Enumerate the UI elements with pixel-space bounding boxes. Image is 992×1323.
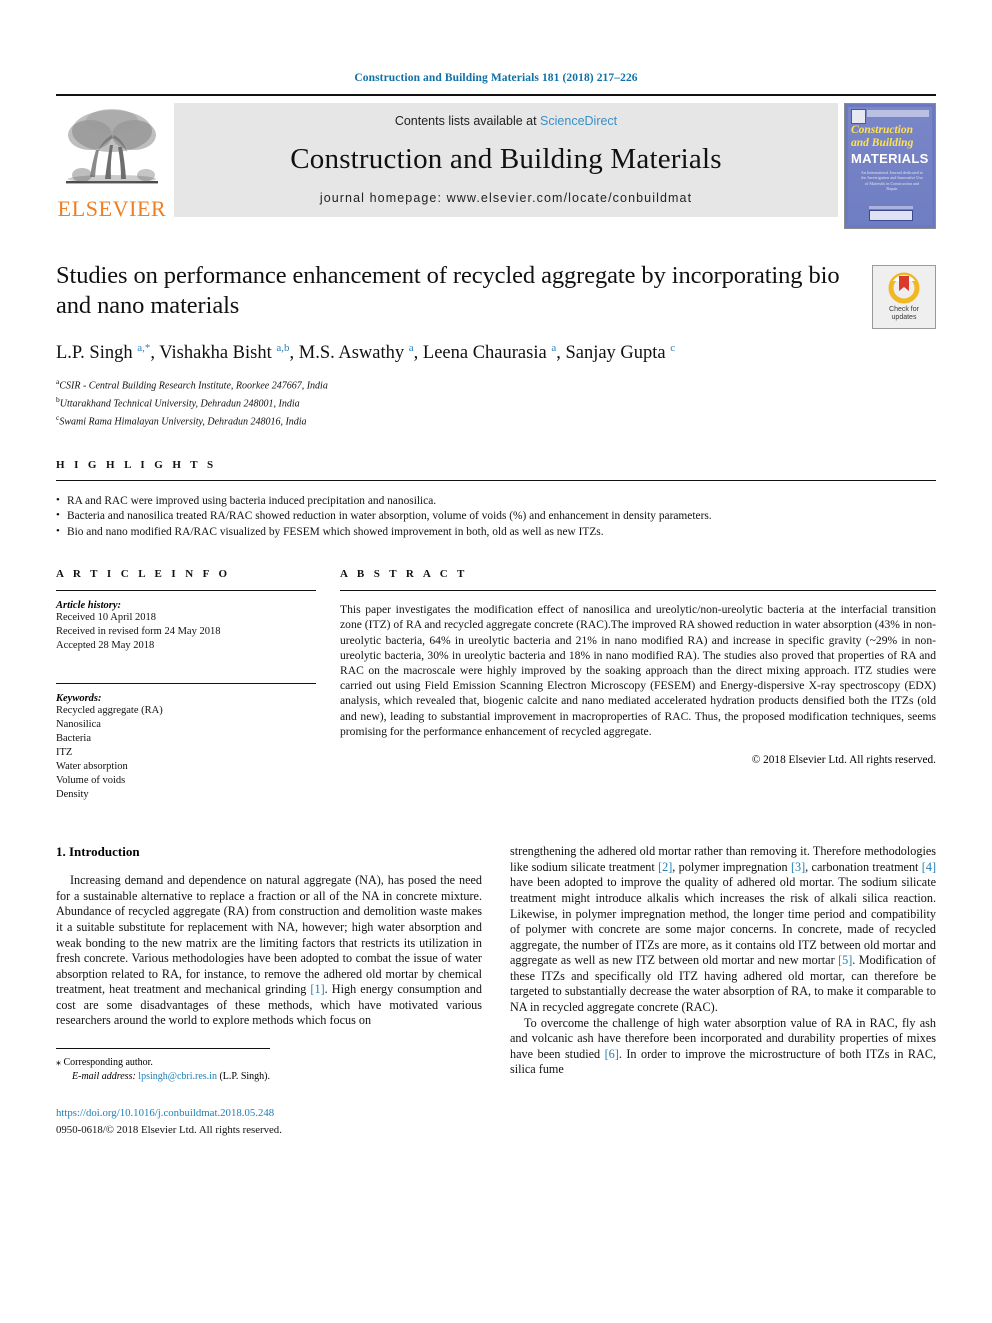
highlights-section: H I G H L I G H T S RA and RAC were impr… xyxy=(56,459,936,541)
body-column-left: 1. Introduction Increasing demand and de… xyxy=(56,844,482,1138)
affiliation-item: bUttarakhand Technical University, Dehra… xyxy=(56,393,854,411)
email-label: E-mail address: xyxy=(72,1071,136,1083)
paragraph: Increasing demand and dependence on natu… xyxy=(56,873,482,1028)
affiliation-item: aCSIR - Central Building Research Instit… xyxy=(56,375,854,393)
crossmark-label: Check for updates xyxy=(889,306,919,323)
body-column-right: strengthening the adhered old mortar rat… xyxy=(510,844,936,1138)
paragraph: To overcome the challenge of high water … xyxy=(510,1015,937,1077)
journal-title: Construction and Building Materials xyxy=(290,143,722,175)
journal-masthead: ELSEVIER Contents lists available at Sci… xyxy=(56,94,936,229)
journal-banner: Contents lists available at ScienceDirec… xyxy=(174,103,838,217)
article-history-label: Article history: xyxy=(56,600,122,612)
paragraph: strengthening the adhered old mortar rat… xyxy=(510,844,937,1015)
keyword-item: Recycled aggregate (RA) xyxy=(56,705,163,717)
title-block: Studies on performance enhancement of re… xyxy=(56,261,936,429)
keyword-item: ITZ xyxy=(56,747,73,759)
crossmark-icon xyxy=(888,272,920,303)
abstract-copyright: © 2018 Elsevier Ltd. All rights reserved… xyxy=(751,753,936,766)
list-item: Bacteria and nanosilica treated RA/RAC s… xyxy=(56,508,936,525)
cover-subtitle: An International Journal dedicated to th… xyxy=(860,170,924,192)
highlights-heading: H I G H L I G H T S xyxy=(56,458,217,471)
article-history-item: Accepted 28 May 2018 xyxy=(56,640,155,652)
paper-page: Construction and Building Materials 181 … xyxy=(0,0,992,1323)
crossmark-line2: updates xyxy=(891,314,917,321)
page-title: Studies on performance enhancement of re… xyxy=(56,262,840,319)
email-line: E-mail address: lpsingh@cbri.res.in (L.P… xyxy=(56,1070,270,1084)
sciencedirect-link[interactable]: ScienceDirect xyxy=(540,114,617,128)
cover-title-line1: Construction xyxy=(851,124,913,136)
keywords-divider xyxy=(56,683,316,685)
cover-title-line2: and Building xyxy=(851,137,914,149)
info-abstract-row: A R T I C L E I N F O Article history: R… xyxy=(56,568,936,802)
corresponding-author-footnote: ⁎ Corresponding author. E-mail address: … xyxy=(56,1048,270,1084)
crossmark-line1: Check for xyxy=(889,305,919,313)
highlights-divider xyxy=(56,479,936,481)
cover-title-line3: MATERIALS xyxy=(851,151,929,166)
abstract-section: A B S T R A C T This paper investigates … xyxy=(340,568,936,802)
cover-footer-mark xyxy=(869,210,913,221)
article-history-item: Received in revised form 24 May 2018 xyxy=(56,626,221,638)
affiliation-list: aCSIR - Central Building Research Instit… xyxy=(56,375,854,428)
author-list: L.P. Singh a,*, Vishakha Bisht a,b, M.S.… xyxy=(56,342,676,364)
section-heading-introduction: 1. Introduction xyxy=(56,844,140,860)
list-item: Bio and nano modified RA/RAC visualized … xyxy=(56,524,936,541)
affiliation-item: cSwami Rama Himalayan University, Dehrad… xyxy=(56,411,854,429)
list-item: RA and RAC were improved using bacteria … xyxy=(56,493,936,510)
affiliation-text: Uttarakhand Technical University, Dehrad… xyxy=(59,398,300,410)
keyword-item: Volume of voids xyxy=(56,775,126,787)
elsevier-tree-icon xyxy=(66,109,158,184)
email-owner: (L.P. Singh). xyxy=(219,1071,271,1083)
email-link[interactable]: lpsingh@cbri.res.in xyxy=(138,1071,217,1082)
keywords-label: Keywords: xyxy=(56,693,102,705)
journal-cover-thumbnail: Construction and Building MATERIALS An I… xyxy=(844,103,936,229)
contents-prefix: Contents lists available at xyxy=(394,114,541,128)
abstract-heading: A B S T R A C T xyxy=(340,568,468,581)
article-history-item: Received 10 April 2018 xyxy=(56,612,157,624)
corresponding-label: Corresponding author. xyxy=(63,1057,153,1069)
article-info-section: A R T I C L E I N F O Article history: R… xyxy=(56,568,316,802)
affiliation-text: Swami Rama Himalayan University, Dehradu… xyxy=(59,416,307,428)
doi-block: https://doi.org/10.1016/j.conbuildmat.20… xyxy=(56,1106,482,1138)
issn-copyright-line: 0950-0618/© 2018 Elsevier Ltd. All right… xyxy=(56,1124,282,1137)
abstract-divider xyxy=(340,590,936,592)
keyword-item: Density xyxy=(56,789,89,801)
running-head: Construction and Building Materials 181 … xyxy=(354,72,638,84)
doi-link[interactable]: https://doi.org/10.1016/j.conbuildmat.20… xyxy=(56,1106,482,1120)
keyword-item: Water absorption xyxy=(56,761,128,773)
keywords-block: Keywords: Recycled aggregate (RA) Nanosi… xyxy=(56,683,316,802)
cover-publisher-mark xyxy=(851,109,866,124)
highlights-list: RA and RAC were improved using bacteria … xyxy=(56,493,936,541)
crossmark-badge[interactable]: Check for updates xyxy=(872,265,936,329)
elsevier-logo: ELSEVIER xyxy=(56,103,168,220)
article-info-divider xyxy=(56,590,316,592)
keyword-item: Nanosilica xyxy=(56,719,101,731)
keyword-item: Bacteria xyxy=(56,733,91,745)
journal-homepage-link[interactable]: journal homepage: www.elsevier.com/locat… xyxy=(320,191,692,205)
body-columns: 1. Introduction Increasing demand and de… xyxy=(56,844,936,1138)
abstract-text: This paper investigates the modification… xyxy=(340,603,936,738)
corresponding-marker: ⁎ xyxy=(56,1057,61,1069)
elsevier-wordmark: ELSEVIER xyxy=(57,196,167,221)
contents-available-line: Contents lists available at ScienceDirec… xyxy=(395,114,617,128)
corresponding-author-line: ⁎ Corresponding author. xyxy=(56,1056,270,1070)
article-info-heading: A R T I C L E I N F O xyxy=(56,568,231,581)
affiliation-text: CSIR - Central Building Research Institu… xyxy=(59,380,328,392)
